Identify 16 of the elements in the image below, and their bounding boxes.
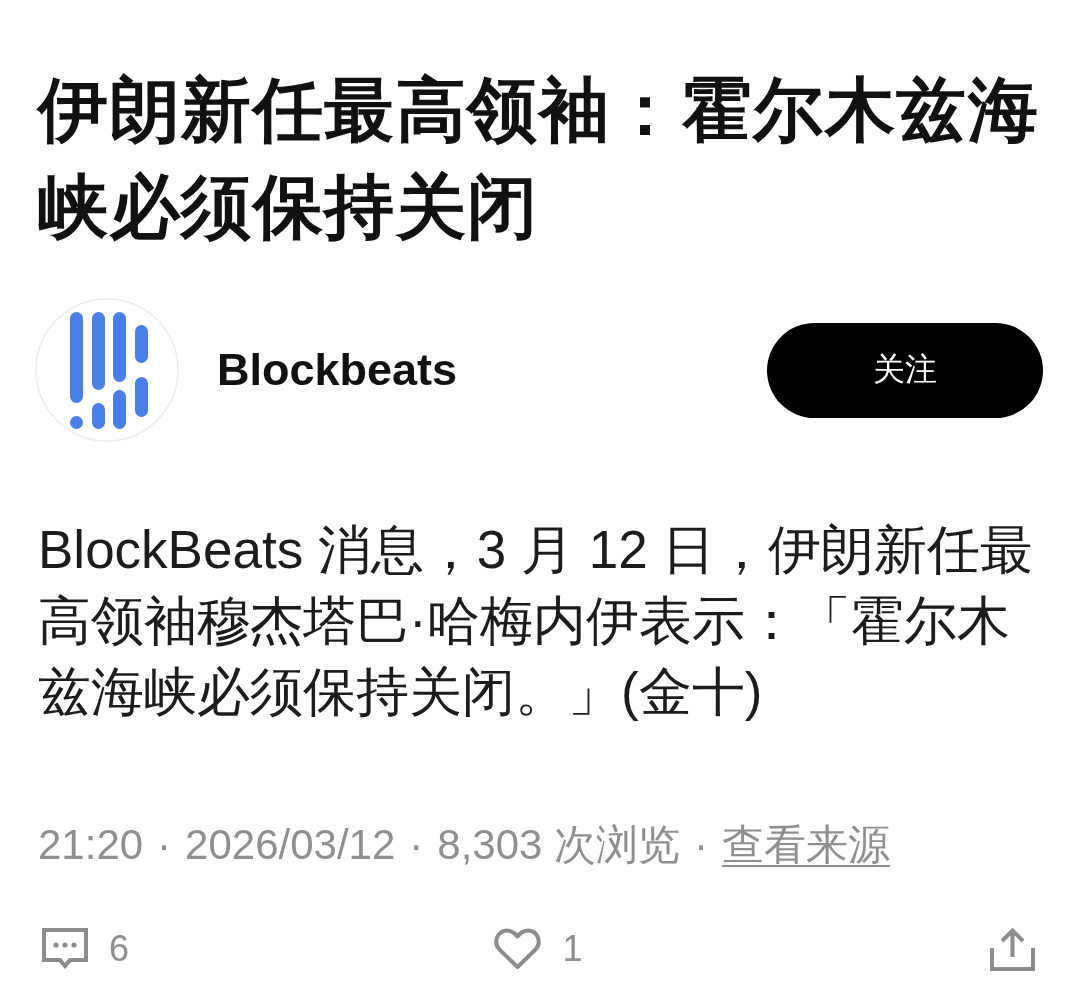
heart-icon[interactable] bbox=[494, 927, 542, 970]
meta-separator: · bbox=[694, 820, 709, 870]
like-count: 1 bbox=[562, 926, 583, 971]
comment-icon[interactable] bbox=[42, 928, 88, 969]
blockbeats-logo-icon[interactable] bbox=[35, 298, 179, 442]
meta-text: 2026/03/12 bbox=[185, 820, 396, 870]
article-body-text: BlockBeats 消息，3 月 12 日，伊朗新任最高领袖穆杰塔巴·哈梅内伊表示：「霍尔木兹海峡必须保持关闭。」(金十) bbox=[38, 519, 1035, 723]
article-title: 伊朗新任最高领袖：霍尔木兹海峡必须保持关闭 bbox=[38, 70, 1040, 248]
meta-text: 8,303 次浏览 bbox=[437, 820, 681, 870]
comment-count: 6 bbox=[109, 926, 130, 971]
meta-separator: · bbox=[157, 820, 172, 870]
follow-button[interactable]: 关注 bbox=[767, 322, 1043, 418]
meta-separator: · bbox=[409, 820, 424, 870]
share-icon[interactable] bbox=[990, 926, 1035, 971]
meta-text: 21:20 bbox=[38, 820, 144, 870]
author-name: Blockbeats bbox=[217, 344, 458, 396]
